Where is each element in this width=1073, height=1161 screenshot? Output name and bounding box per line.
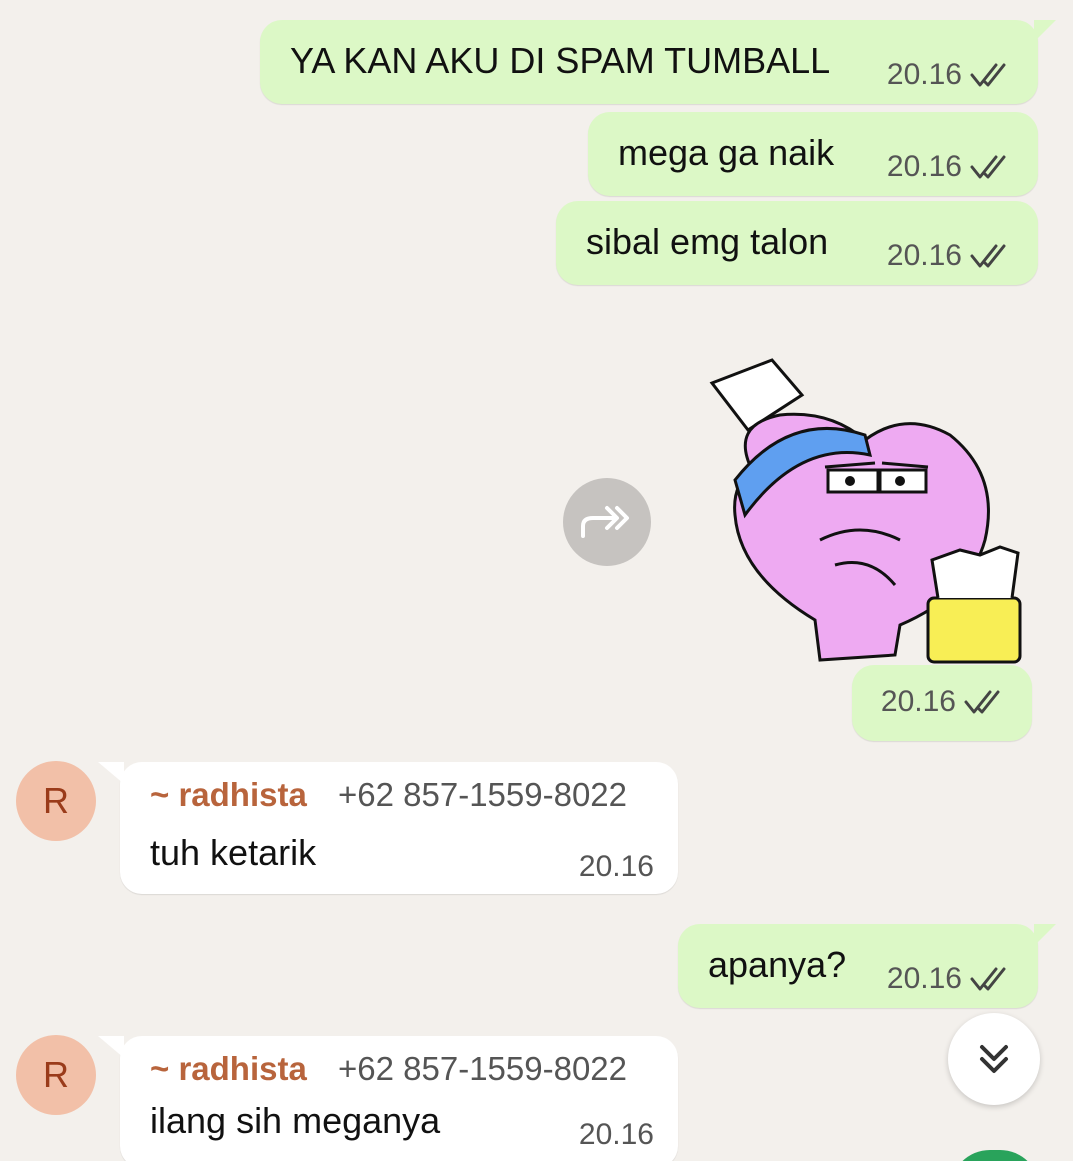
message-meta: 20.16: [887, 150, 1016, 184]
message-text: ilang sih meganya: [150, 1100, 441, 1141]
outgoing-message[interactable]: mega ga naik 20.16: [588, 112, 1038, 196]
incoming-message[interactable]: ~ radhista +62 857-1559-8022 tuh ketarik…: [98, 762, 678, 894]
message-time: 20.16: [880, 685, 956, 718]
message-text: sibal emg talon: [586, 221, 829, 262]
message-text: tuh ketarik: [150, 832, 317, 873]
message-time: 20.16: [886, 58, 962, 91]
sticker-image[interactable]: [700, 355, 1030, 670]
sender-line: ~ radhista +62 857-1559-8022: [150, 1050, 627, 1088]
forward-icon: [581, 506, 629, 538]
read-ticks-icon: [964, 690, 1000, 714]
message-meta: 20.16: [887, 239, 1016, 273]
message-time: 20.16: [578, 850, 654, 883]
read-ticks-icon: [970, 967, 1006, 991]
read-ticks-icon: [970, 63, 1006, 87]
avatar[interactable]: R: [16, 761, 96, 841]
outgoing-message[interactable]: apanya? 20.16: [678, 924, 1056, 1008]
message-time: 20.16: [886, 150, 962, 183]
message-text: YA KAN AKU DI SPAM TUMBALL: [290, 40, 831, 81]
message-text: apanya?: [708, 944, 847, 985]
message-time: 20.16: [886, 962, 962, 995]
floating-action-button[interactable]: [950, 1150, 1040, 1161]
sticker-meta-bubble: 20.16: [852, 665, 1032, 741]
sender-phone: +62 857-1559-8022: [338, 776, 628, 813]
sender-name[interactable]: ~ radhista: [150, 776, 307, 813]
outgoing-message[interactable]: YA KAN AKU DI SPAM TUMBALL 20.16: [260, 20, 1056, 104]
read-ticks-icon: [970, 155, 1006, 179]
avatar[interactable]: R: [16, 1035, 96, 1115]
read-ticks-icon: [970, 244, 1006, 268]
message-time: 20.16: [886, 239, 962, 272]
scroll-to-bottom-button[interactable]: [948, 1013, 1040, 1105]
forward-button[interactable]: [563, 478, 651, 566]
incoming-message[interactable]: ~ radhista +62 857-1559-8022 ilang sih m…: [98, 1036, 678, 1161]
sender-name[interactable]: ~ radhista: [150, 1050, 307, 1087]
message-text: mega ga naik: [618, 132, 835, 173]
message-meta: 20.16: [887, 58, 1016, 92]
sender-phone: +62 857-1559-8022: [338, 1050, 628, 1087]
sender-line: ~ radhista +62 857-1559-8022: [150, 776, 627, 814]
message-meta: 20.16: [881, 685, 1010, 719]
outgoing-message[interactable]: sibal emg talon 20.16: [556, 201, 1038, 285]
message-meta: 20.16: [887, 962, 1016, 996]
message-time: 20.16: [578, 1118, 654, 1151]
double-chevron-down-icon: [980, 1045, 1008, 1073]
